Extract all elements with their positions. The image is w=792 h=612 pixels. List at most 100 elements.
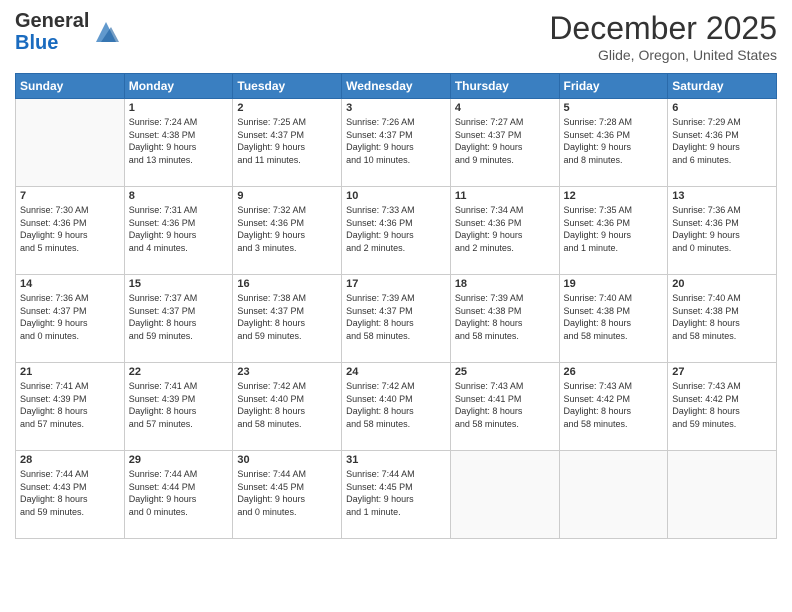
- table-row: 10 Sunrise: 7:33 AMSunset: 4:36 PMDayligh…: [342, 187, 451, 275]
- day-number: 30: [237, 454, 337, 466]
- day-number: 1: [129, 102, 229, 114]
- table-row: 11 Sunrise: 7:34 AMSunset: 4:36 PMDayligh…: [450, 187, 559, 275]
- day-info: Sunrise: 7:44 AMSunset: 4:44 PMDaylight:…: [129, 468, 229, 518]
- col-wednesday: Wednesday: [342, 74, 451, 99]
- location: Glide, Oregon, United States: [549, 47, 777, 63]
- day-info: Sunrise: 7:29 AMSunset: 4:36 PMDaylight:…: [672, 116, 772, 166]
- day-info: Sunrise: 7:30 AMSunset: 4:36 PMDaylight:…: [20, 204, 120, 254]
- day-number: 4: [455, 102, 555, 114]
- month-title: December 2025: [549, 10, 777, 47]
- logo-text: General Blue: [15, 10, 89, 54]
- table-row: 22 Sunrise: 7:41 AMSunset: 4:39 PMDayligh…: [124, 363, 233, 451]
- page-container: General Blue December 2025 Glide, Oregon…: [0, 0, 792, 612]
- table-row: 31 Sunrise: 7:44 AMSunset: 4:45 PMDayligh…: [342, 451, 451, 539]
- calendar-table: Sunday Monday Tuesday Wednesday Thursday…: [15, 73, 777, 539]
- day-number: 15: [129, 278, 229, 290]
- day-info: Sunrise: 7:43 AMSunset: 4:41 PMDaylight:…: [455, 380, 555, 430]
- calendar-week-row: 28 Sunrise: 7:44 AMSunset: 4:43 PMDayligh…: [16, 451, 777, 539]
- day-info: Sunrise: 7:26 AMSunset: 4:37 PMDaylight:…: [346, 116, 446, 166]
- day-info: Sunrise: 7:42 AMSunset: 4:40 PMDaylight:…: [237, 380, 337, 430]
- day-info: Sunrise: 7:40 AMSunset: 4:38 PMDaylight:…: [672, 292, 772, 342]
- day-number: 10: [346, 190, 446, 202]
- logo-blue: Blue: [15, 32, 58, 54]
- day-number: 21: [20, 366, 120, 378]
- day-number: 22: [129, 366, 229, 378]
- day-info: Sunrise: 7:38 AMSunset: 4:37 PMDaylight:…: [237, 292, 337, 342]
- day-info: Sunrise: 7:40 AMSunset: 4:38 PMDaylight:…: [564, 292, 664, 342]
- col-thursday: Thursday: [450, 74, 559, 99]
- col-sunday: Sunday: [16, 74, 125, 99]
- day-info: Sunrise: 7:44 AMSunset: 4:45 PMDaylight:…: [346, 468, 446, 518]
- table-row: 13Sunrise: 7:36 AMSunset: 4:36 PMDayligh…: [668, 187, 777, 275]
- day-number: 25: [455, 366, 555, 378]
- day-number: 26: [564, 366, 664, 378]
- day-info: Sunrise: 7:36 AMSunset: 4:37 PMDaylight:…: [20, 292, 120, 342]
- day-info: Sunrise: 7:33 AMSunset: 4:36 PMDaylight:…: [346, 204, 446, 254]
- table-row: 6 Sunrise: 7:29 AMSunset: 4:36 PMDaylight…: [668, 99, 777, 187]
- day-number: 8: [129, 190, 229, 202]
- table-row: 16 Sunrise: 7:38 AMSunset: 4:37 PMDayligh…: [233, 275, 342, 363]
- day-number: 19: [564, 278, 664, 290]
- logo-general: General: [15, 10, 89, 32]
- table-row: 23 Sunrise: 7:42 AMSunset: 4:40 PMDayligh…: [233, 363, 342, 451]
- day-info: Sunrise: 7:41 AMSunset: 4:39 PMDaylight:…: [20, 380, 120, 430]
- table-row: 2Sunrise: 7:25 AMSunset: 4:37 PMDaylight…: [233, 99, 342, 187]
- logo: General Blue: [15, 10, 121, 54]
- table-row: 25 Sunrise: 7:43 AMSunset: 4:41 PMDayligh…: [450, 363, 559, 451]
- day-number: 24: [346, 366, 446, 378]
- table-row: 1 Sunrise: 7:24 AMSunset: 4:38 PMDaylight…: [124, 99, 233, 187]
- day-info: Sunrise: 7:36 AMSunset: 4:36 PMDaylight:…: [672, 204, 772, 254]
- table-row: 14Sunrise: 7:36 AMSunset: 4:37 PMDayligh…: [16, 275, 125, 363]
- day-info: Sunrise: 7:32 AMSunset: 4:36 PMDaylight:…: [237, 204, 337, 254]
- day-info: Sunrise: 7:34 AMSunset: 4:36 PMDaylight:…: [455, 204, 555, 254]
- day-number: 27: [672, 366, 772, 378]
- table-row: 7 Sunrise: 7:30 AMSunset: 4:36 PMDaylight…: [16, 187, 125, 275]
- day-number: 29: [129, 454, 229, 466]
- day-number: 23: [237, 366, 337, 378]
- day-info: Sunrise: 7:39 AMSunset: 4:37 PMDaylight:…: [346, 292, 446, 342]
- day-info: Sunrise: 7:43 AMSunset: 4:42 PMDaylight:…: [672, 380, 772, 430]
- day-number: 16: [237, 278, 337, 290]
- table-row: 12Sunrise: 7:35 AMSunset: 4:36 PMDayligh…: [559, 187, 668, 275]
- day-number: 28: [20, 454, 120, 466]
- day-number: 11: [455, 190, 555, 202]
- table-row: 18 Sunrise: 7:39 AMSunset: 4:38 PMDayligh…: [450, 275, 559, 363]
- logo-icon: [91, 17, 121, 47]
- day-info: Sunrise: 7:44 AMSunset: 4:43 PMDaylight:…: [20, 468, 120, 518]
- day-number: 7: [20, 190, 120, 202]
- col-tuesday: Tuesday: [233, 74, 342, 99]
- day-info: Sunrise: 7:42 AMSunset: 4:40 PMDaylight:…: [346, 380, 446, 430]
- table-row: 19 Sunrise: 7:40 AMSunset: 4:38 PMDayligh…: [559, 275, 668, 363]
- table-row: 5 Sunrise: 7:28 AMSunset: 4:36 PMDaylight…: [559, 99, 668, 187]
- table-row: [668, 451, 777, 539]
- day-number: 5: [564, 102, 664, 114]
- table-row: 27 Sunrise: 7:43 AMSunset: 4:42 PMDayligh…: [668, 363, 777, 451]
- day-number: 6: [672, 102, 772, 114]
- table-row: 3Sunrise: 7:26 AMSunset: 4:37 PMDaylight…: [342, 99, 451, 187]
- day-info: Sunrise: 7:37 AMSunset: 4:37 PMDaylight:…: [129, 292, 229, 342]
- calendar-week-row: 7 Sunrise: 7:30 AMSunset: 4:36 PMDaylight…: [16, 187, 777, 275]
- table-row: 4 Sunrise: 7:27 AMSunset: 4:37 PMDaylight…: [450, 99, 559, 187]
- day-number: 18: [455, 278, 555, 290]
- col-friday: Friday: [559, 74, 668, 99]
- col-saturday: Saturday: [668, 74, 777, 99]
- table-row: 30Sunrise: 7:44 AMSunset: 4:45 PMDayligh…: [233, 451, 342, 539]
- table-row: [450, 451, 559, 539]
- table-row: 15 Sunrise: 7:37 AMSunset: 4:37 PMDayligh…: [124, 275, 233, 363]
- day-number: 9: [237, 190, 337, 202]
- header: General Blue December 2025 Glide, Oregon…: [15, 10, 777, 63]
- table-row: 26Sunrise: 7:43 AMSunset: 4:42 PMDayligh…: [559, 363, 668, 451]
- day-info: Sunrise: 7:41 AMSunset: 4:39 PMDaylight:…: [129, 380, 229, 430]
- day-number: 17: [346, 278, 446, 290]
- day-number: 20: [672, 278, 772, 290]
- table-row: 8Sunrise: 7:31 AMSunset: 4:36 PMDaylight…: [124, 187, 233, 275]
- day-info: Sunrise: 7:24 AMSunset: 4:38 PMDaylight:…: [129, 116, 229, 166]
- day-info: Sunrise: 7:39 AMSunset: 4:38 PMDaylight:…: [455, 292, 555, 342]
- table-row: 24 Sunrise: 7:42 AMSunset: 4:40 PMDayligh…: [342, 363, 451, 451]
- table-row: [559, 451, 668, 539]
- calendar-header-row: Sunday Monday Tuesday Wednesday Thursday…: [16, 74, 777, 99]
- day-info: Sunrise: 7:27 AMSunset: 4:37 PMDaylight:…: [455, 116, 555, 166]
- calendar-week-row: 14Sunrise: 7:36 AMSunset: 4:37 PMDayligh…: [16, 275, 777, 363]
- day-number: 31: [346, 454, 446, 466]
- day-info: Sunrise: 7:28 AMSunset: 4:36 PMDaylight:…: [564, 116, 664, 166]
